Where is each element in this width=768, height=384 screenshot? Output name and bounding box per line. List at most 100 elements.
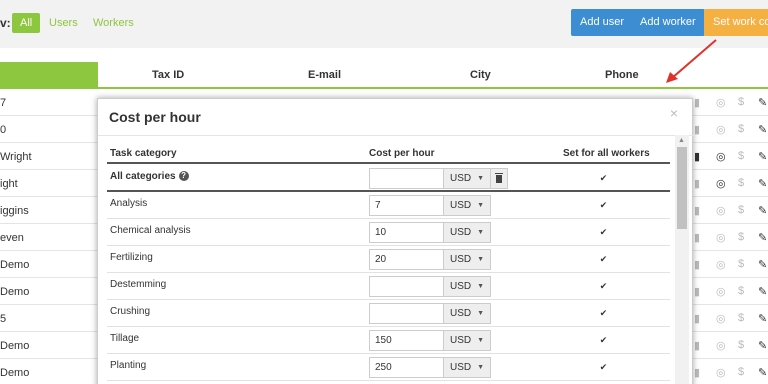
document-icon[interactable]: ▮ — [694, 96, 700, 109]
column-email[interactable]: E-mail — [308, 69, 341, 81]
edit-icon[interactable]: ✎ — [758, 231, 767, 244]
currency-select[interactable]: USD ▼ — [444, 249, 491, 270]
row-name: Demo — [0, 259, 30, 271]
category-row: Planting 250 USD ▼ ✔ — [107, 354, 670, 381]
cost-input[interactable]: 7 — [369, 195, 444, 216]
scrollbar-thumb[interactable] — [677, 147, 687, 229]
edit-icon[interactable]: ✎ — [758, 177, 767, 190]
column-city[interactable]: City — [470, 69, 491, 81]
row-name: Wright — [0, 151, 32, 163]
table-header-name-column[interactable] — [0, 62, 98, 87]
currency-select[interactable]: USD ▼ — [444, 276, 491, 297]
cost-input[interactable]: 20 — [369, 249, 444, 270]
dollar-icon[interactable]: $ — [738, 285, 744, 297]
set-all-checkbox[interactable]: ✔ — [599, 336, 608, 345]
close-icon[interactable]: × — [670, 105, 678, 121]
column-tax-id[interactable]: Tax ID — [152, 69, 184, 81]
filter-workers-link[interactable]: Workers — [93, 13, 134, 33]
column-phone[interactable]: Phone — [605, 69, 639, 81]
dollar-icon[interactable]: $ — [738, 150, 744, 162]
column-task-category: Task category — [110, 148, 177, 159]
alarm-icon[interactable]: ◎ — [716, 258, 726, 271]
document-icon[interactable]: ▮ — [694, 123, 700, 136]
edit-icon[interactable]: ✎ — [758, 150, 767, 163]
filter-all-button[interactable]: All — [12, 13, 41, 33]
alarm-icon[interactable]: ◎ — [716, 150, 726, 163]
add-worker-button[interactable]: Add worker — [631, 9, 705, 36]
document-icon[interactable]: ▮ — [694, 231, 700, 244]
dollar-icon[interactable]: $ — [738, 96, 744, 108]
alarm-icon[interactable]: ◎ — [716, 177, 726, 190]
row-actions: ▮ ◎ $ ✎ — [694, 366, 768, 380]
set-all-checkbox[interactable]: ✔ — [599, 309, 608, 318]
row-name: 5 — [0, 313, 7, 325]
edit-icon[interactable]: ✎ — [758, 312, 767, 325]
dollar-icon[interactable]: $ — [738, 204, 744, 216]
document-icon[interactable]: ▮ — [694, 339, 700, 352]
document-icon[interactable]: ▮ — [694, 312, 700, 325]
alarm-icon[interactable]: ◎ — [716, 339, 726, 352]
dollar-icon[interactable]: $ — [738, 312, 744, 324]
set-work-cost-button[interactable]: Set work cos — [704, 9, 768, 36]
dollar-icon[interactable]: $ — [738, 231, 744, 243]
set-all-checkbox[interactable]: ✔ — [599, 201, 608, 210]
category-name: Chemical analysis — [110, 225, 191, 236]
row-name: Demo — [0, 340, 30, 352]
set-all-checkbox[interactable]: ✔ — [599, 255, 608, 264]
set-all-checkbox[interactable]: ✔ — [599, 228, 608, 237]
alarm-icon[interactable]: ◎ — [716, 312, 726, 325]
set-all-checkbox[interactable]: ✔ — [599, 363, 608, 372]
dollar-icon[interactable]: $ — [738, 366, 744, 378]
add-user-button[interactable]: Add user — [571, 9, 634, 36]
dollar-icon[interactable]: $ — [738, 258, 744, 270]
currency-select[interactable]: USD ▼ — [444, 222, 491, 243]
trash-icon — [495, 173, 503, 183]
all-categories-cost-input[interactable] — [369, 168, 444, 189]
document-icon[interactable]: ▮ — [694, 150, 700, 163]
alarm-icon[interactable]: ◎ — [716, 204, 726, 217]
edit-icon[interactable]: ✎ — [758, 339, 767, 352]
document-icon[interactable]: ▮ — [694, 366, 700, 379]
set-all-checkbox[interactable]: ✔ — [599, 174, 608, 183]
alarm-icon[interactable]: ◎ — [716, 96, 726, 109]
edit-icon[interactable]: ✎ — [758, 96, 767, 109]
alarm-icon[interactable]: ◎ — [716, 123, 726, 136]
delete-button[interactable] — [491, 168, 508, 189]
alarm-icon[interactable]: ◎ — [716, 366, 726, 379]
set-all-checkbox[interactable]: ✔ — [599, 282, 608, 291]
row-actions: ▮ ◎ $ ✎ — [694, 96, 768, 110]
alarm-icon[interactable]: ◎ — [716, 231, 726, 244]
currency-value: USD — [450, 308, 472, 319]
cost-input[interactable] — [369, 276, 444, 297]
cost-table-header: Task category Cost per hour Set for all … — [107, 143, 670, 164]
cost-input[interactable]: 10 — [369, 222, 444, 243]
document-icon[interactable]: ▮ — [694, 204, 700, 217]
dialog-scrollbar[interactable]: ▲ — [675, 135, 689, 384]
edit-icon[interactable]: ✎ — [758, 366, 767, 379]
edit-icon[interactable]: ✎ — [758, 204, 767, 217]
cost-input[interactable]: 150 — [369, 330, 444, 351]
currency-select[interactable]: USD ▼ — [444, 357, 491, 378]
info-icon[interactable]: ? — [178, 171, 189, 182]
filter-users-link[interactable]: Users — [49, 13, 78, 33]
alarm-icon[interactable]: ◎ — [716, 285, 726, 298]
currency-select[interactable]: USD ▼ — [444, 330, 491, 351]
cost-per-hour-dialog: Cost per hour × Task category Cost per h… — [97, 98, 694, 384]
edit-icon[interactable]: ✎ — [758, 123, 767, 136]
edit-icon[interactable]: ✎ — [758, 285, 767, 298]
scroll-up-icon[interactable]: ▲ — [678, 137, 685, 144]
dollar-icon[interactable]: $ — [738, 339, 744, 351]
document-icon[interactable]: ▮ — [694, 258, 700, 271]
currency-select[interactable]: USD ▼ — [444, 195, 491, 216]
row-actions: ▮ ◎ $ ✎ — [694, 285, 768, 299]
cost-input[interactable]: 250 — [369, 357, 444, 378]
cost-input[interactable] — [369, 303, 444, 324]
dollar-icon[interactable]: $ — [738, 177, 744, 189]
document-icon[interactable]: ▮ — [694, 285, 700, 298]
currency-select[interactable]: USD ▼ — [444, 168, 491, 189]
currency-value: USD — [450, 173, 472, 184]
edit-icon[interactable]: ✎ — [758, 258, 767, 271]
currency-select[interactable]: USD ▼ — [444, 303, 491, 324]
dollar-icon[interactable]: $ — [738, 123, 744, 135]
document-icon[interactable]: ▮ — [694, 177, 700, 190]
